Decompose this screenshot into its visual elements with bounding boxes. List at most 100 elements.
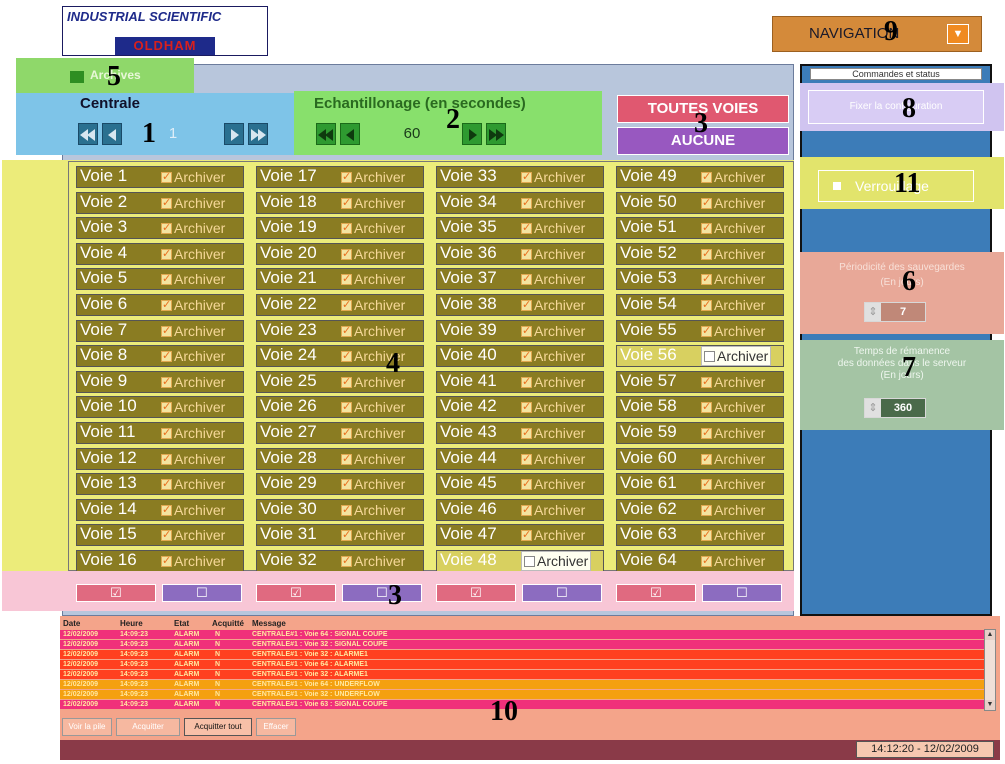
- checkbox-icon[interactable]: ✓: [341, 171, 352, 183]
- checkbox-icon[interactable]: ✓: [341, 248, 352, 260]
- archive-checkbox[interactable]: ✓ Archiver: [701, 525, 765, 545]
- checkbox-icon[interactable]: ✓: [521, 273, 532, 285]
- archive-checkbox[interactable]: Archiver: [521, 551, 592, 571]
- alarm-row[interactable]: 12/02/2009 14:09:23 ALARM N CENTRALE#1 : Voi…: [60, 680, 984, 689]
- checkbox-icon[interactable]: ✓: [521, 427, 532, 439]
- archive-checkbox[interactable]: ✓ Archiver: [161, 449, 225, 469]
- next-centrale-button[interactable]: [224, 123, 244, 145]
- archive-checkbox[interactable]: ✓ Archiver: [161, 218, 225, 238]
- archive-checkbox[interactable]: ✓ Archiver: [161, 167, 225, 187]
- column-1-uncheck-all-button[interactable]: ☐: [162, 584, 242, 602]
- archive-checkbox[interactable]: ✓ Archiver: [161, 551, 225, 571]
- checkbox-icon[interactable]: ✓: [701, 376, 712, 388]
- sampling-decrease-button[interactable]: [340, 123, 360, 145]
- clear-button[interactable]: Effacer: [256, 718, 296, 736]
- prev-centrale-button[interactable]: [102, 123, 122, 145]
- archive-checkbox[interactable]: ✓ Archiver: [161, 244, 225, 264]
- archive-checkbox[interactable]: ✓ Archiver: [701, 295, 765, 315]
- checkbox-icon[interactable]: ✓: [341, 427, 352, 439]
- alarm-row[interactable]: 12/02/2009 14:09:23 ALARM N CENTRALE#1 : Voi…: [60, 660, 984, 669]
- archive-checkbox[interactable]: ✓ Archiver: [161, 269, 225, 289]
- checkbox-icon[interactable]: ✓: [161, 222, 172, 234]
- archive-checkbox[interactable]: ✓ Archiver: [161, 295, 225, 315]
- alarm-row[interactable]: 12/02/2009 14:09:23 ALARM N CENTRALE#1 : Voi…: [60, 700, 984, 709]
- archive-checkbox[interactable]: ✓ Archiver: [341, 167, 405, 187]
- first-centrale-button[interactable]: [78, 123, 98, 145]
- checkbox-icon[interactable]: ✓: [341, 222, 352, 234]
- alarm-scrollbar[interactable]: ▲ ▼: [984, 629, 996, 711]
- checkbox-icon[interactable]: ✓: [701, 273, 712, 285]
- archive-checkbox[interactable]: ✓ Archiver: [341, 269, 405, 289]
- checkbox-icon[interactable]: ✓: [701, 453, 712, 465]
- checkbox-icon[interactable]: ✓: [341, 350, 352, 362]
- sampling-min-button[interactable]: [316, 123, 336, 145]
- checkbox-icon[interactable]: ✓: [701, 427, 712, 439]
- archive-checkbox[interactable]: ✓ Archiver: [701, 397, 765, 417]
- checkbox-icon[interactable]: ✓: [521, 401, 532, 413]
- archive-checkbox[interactable]: ✓ Archiver: [341, 423, 405, 443]
- archive-checkbox[interactable]: ✓ Archiver: [701, 244, 765, 264]
- checkbox-icon[interactable]: ✓: [521, 248, 532, 260]
- archive-checkbox[interactable]: ✓ Archiver: [341, 295, 405, 315]
- spinner-arrows-icon[interactable]: ⇕: [865, 303, 881, 321]
- checkbox-icon[interactable]: ✓: [701, 401, 712, 413]
- checkbox-icon[interactable]: ✓: [341, 273, 352, 285]
- checkbox-icon[interactable]: ✓: [161, 197, 172, 209]
- backup-period-spinner[interactable]: ⇕ 7: [864, 302, 926, 322]
- last-centrale-button[interactable]: [248, 123, 268, 145]
- column-3-uncheck-all-button[interactable]: ☐: [522, 584, 602, 602]
- checkbox-icon[interactable]: ✓: [161, 427, 172, 439]
- retention-value[interactable]: 360: [881, 399, 925, 417]
- archive-checkbox[interactable]: ✓ Archiver: [701, 500, 765, 520]
- archive-checkbox[interactable]: ✓ Archiver: [701, 218, 765, 238]
- archive-checkbox[interactable]: ✓ Archiver: [701, 193, 765, 213]
- archive-checkbox[interactable]: ✓ Archiver: [701, 474, 765, 494]
- centrale-value[interactable]: 1: [124, 123, 222, 145]
- archive-checkbox[interactable]: ✓ Archiver: [521, 269, 585, 289]
- archive-checkbox[interactable]: ✓ Archiver: [341, 551, 405, 571]
- checkbox-icon[interactable]: ✓: [521, 478, 532, 490]
- archive-checkbox[interactable]: ✓ Archiver: [701, 423, 765, 443]
- archive-checkbox[interactable]: ✓ Archiver: [521, 423, 585, 443]
- checkbox-icon[interactable]: ✓: [341, 325, 352, 337]
- checkbox-icon[interactable]: [704, 350, 715, 362]
- checkbox-icon[interactable]: ✓: [701, 504, 712, 516]
- checkbox-icon[interactable]: ✓: [341, 504, 352, 516]
- alarm-row[interactable]: 12/02/2009 14:09:23 ALARM N CENTRALE#1 : Voi…: [60, 650, 984, 659]
- scroll-down-icon[interactable]: ▼: [985, 700, 995, 710]
- checkbox-icon[interactable]: ✓: [161, 478, 172, 490]
- archive-checkbox[interactable]: ✓ Archiver: [161, 321, 225, 341]
- alarm-row[interactable]: 12/02/2009 14:09:23 ALARM N CENTRALE#1 : Voi…: [60, 690, 984, 699]
- checkbox-icon[interactable]: ✓: [701, 222, 712, 234]
- checkbox-icon[interactable]: ✓: [161, 453, 172, 465]
- archive-checkbox[interactable]: ✓ Archiver: [521, 449, 585, 469]
- checkbox-icon[interactable]: ✓: [521, 376, 532, 388]
- checkbox-icon[interactable]: ✓: [161, 555, 172, 567]
- archive-checkbox[interactable]: ✓ Archiver: [161, 423, 225, 443]
- checkbox-icon[interactable]: ✓: [341, 453, 352, 465]
- checkbox-icon[interactable]: ✓: [161, 401, 172, 413]
- checkbox-icon[interactable]: ✓: [521, 325, 532, 337]
- archive-checkbox[interactable]: ✓ Archiver: [341, 218, 405, 238]
- checkbox-icon[interactable]: ✓: [701, 171, 712, 183]
- checkbox-icon[interactable]: ✓: [521, 350, 532, 362]
- checkbox-icon[interactable]: ✓: [161, 299, 172, 311]
- checkbox-icon[interactable]: ✓: [161, 376, 172, 388]
- checkbox-icon[interactable]: ✓: [701, 248, 712, 260]
- checkbox-icon[interactable]: ✓: [161, 529, 172, 541]
- triangle-down-icon[interactable]: ▼: [947, 24, 969, 44]
- archive-checkbox[interactable]: ✓ Archiver: [161, 193, 225, 213]
- archive-checkbox[interactable]: Archiver: [701, 346, 772, 366]
- acknowledge-button[interactable]: Acquitter: [116, 718, 180, 736]
- checkbox-icon[interactable]: ✓: [161, 171, 172, 183]
- archive-checkbox[interactable]: ✓ Archiver: [341, 525, 405, 545]
- archive-checkbox[interactable]: ✓ Archiver: [521, 167, 585, 187]
- navigation-menu[interactable]: NAVIGATION ▼: [772, 16, 982, 52]
- column-4-check-all-button[interactable]: ☑: [616, 584, 696, 602]
- sampling-increase-button[interactable]: [462, 123, 482, 145]
- alarm-row[interactable]: 12/02/2009 14:09:23 ALARM N CENTRALE#1 : Voi…: [60, 670, 984, 679]
- archive-checkbox[interactable]: ✓ Archiver: [341, 449, 405, 469]
- alarm-row[interactable]: 12/02/2009 14:09:23 ALARM N CENTRALE#1 : Voi…: [60, 640, 984, 649]
- scroll-up-icon[interactable]: ▲: [985, 630, 995, 640]
- view-stack-button[interactable]: Voir la pile: [62, 718, 112, 736]
